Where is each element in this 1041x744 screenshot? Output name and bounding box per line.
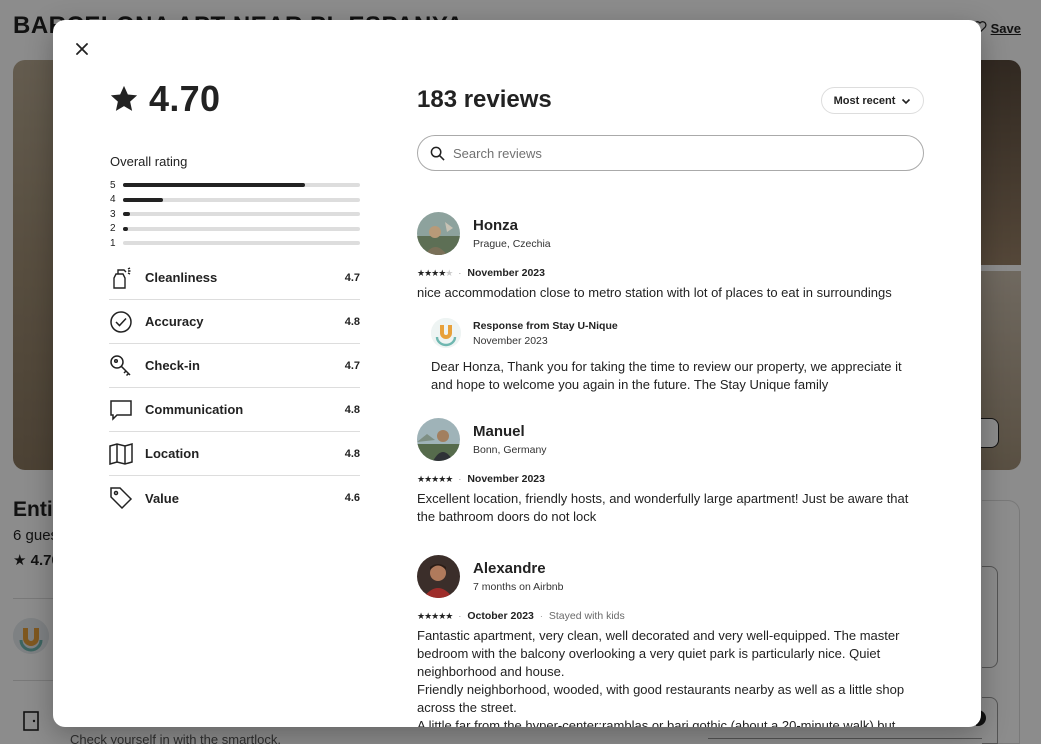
review-item: Manuel Bonn, Germany ★★★★★ · November 20… — [417, 418, 927, 526]
star-rating: ★★★★★ — [417, 267, 453, 278]
separator-dot: · — [458, 268, 462, 278]
rating-bar-row: 2 — [110, 222, 360, 237]
reviewer-location: Bonn, Germany — [473, 444, 547, 456]
rating-bar-track — [123, 183, 360, 188]
search-reviews-field[interactable] — [417, 135, 924, 171]
category-cleanliness: Cleanliness 4.7 — [109, 256, 360, 300]
review-text: Excellent location, friendly hosts, and … — [417, 491, 909, 524]
sort-dropdown[interactable]: Most recent — [821, 87, 924, 114]
review-text: nice accommodation close to metro statio… — [417, 285, 892, 300]
category-label: Communication — [145, 402, 244, 417]
review-date: November 2023 — [467, 473, 545, 485]
review-text-paragraph: Friendly neighborhood, wooded, with good… — [417, 682, 905, 715]
host-response: Response from Stay U-Nique November 2023… — [431, 318, 927, 394]
rating-bar-label: 4 — [110, 194, 116, 206]
separator-dot: · — [458, 611, 462, 621]
reviewer-name[interactable]: Manuel — [473, 423, 547, 440]
rating-bar-row: 1 — [110, 236, 360, 251]
rating-bar-row: 3 — [110, 207, 360, 222]
price-tag-icon — [110, 487, 133, 510]
review-text: Fantastic apartment, very clean, well de… — [417, 627, 927, 727]
response-text: Dear Honza, Thank you for taking the tim… — [431, 359, 902, 392]
rating-bar-track — [123, 212, 360, 217]
check-circle-icon — [110, 310, 132, 333]
reviewer-name[interactable]: Honza — [473, 217, 551, 234]
reviewer-location: Prague, Czechia — [473, 238, 551, 250]
category-label: Check-in — [145, 358, 200, 373]
category-value: 4.6 — [344, 492, 360, 504]
reviewer-avatar[interactable] — [417, 555, 460, 598]
category-value: 4.7 — [344, 359, 360, 372]
review-text-paragraph: A little far from the hyper-center:rambl… — [417, 718, 896, 727]
search-input[interactable] — [453, 145, 873, 161]
reviews-count-title: 183 reviews — [417, 86, 552, 113]
category-value: 4.8 — [344, 403, 360, 416]
rating-bar-label: 3 — [110, 208, 116, 220]
separator-dot: · — [458, 474, 462, 484]
category-value: 4.7 — [344, 271, 360, 284]
category-communication: Communication 4.8 — [109, 388, 360, 432]
search-icon — [430, 146, 445, 161]
chevron-down-icon — [902, 98, 911, 104]
category-value: 4.8 — [344, 447, 360, 460]
rating-bar-track — [123, 226, 360, 231]
rating-bar-fill — [123, 212, 131, 217]
close-button[interactable] — [71, 38, 93, 60]
review-date: October 2023 — [467, 610, 534, 622]
review-item: Alexandre 7 months on Airbnb ★★★★★ · Oct… — [417, 555, 927, 727]
category-value-rating: Value 4.6 — [109, 476, 360, 520]
rating-bar-row: 4 — [110, 193, 360, 208]
response-date: November 2023 — [473, 334, 548, 347]
rating-distribution: 5 4 3 2 1 — [110, 178, 360, 251]
chat-bubble-icon — [110, 399, 132, 421]
rating-bar-fill — [123, 197, 164, 202]
rating-bar-track — [123, 241, 360, 246]
category-location: Location 4.8 — [109, 432, 360, 476]
category-accuracy: Accuracy 4.8 — [109, 300, 360, 344]
review-text-paragraph: Fantastic apartment, very clean, well de… — [417, 628, 900, 679]
category-label: Cleanliness — [145, 270, 218, 285]
rating-bar-label: 5 — [110, 179, 116, 191]
rating-bar-fill — [123, 226, 128, 231]
category-label: Accuracy — [145, 314, 204, 329]
reviewer-name[interactable]: Alexandre — [473, 560, 563, 577]
review-item: Honza Prague, Czechia ★★★★★ · November 2… — [417, 212, 927, 394]
reviewer-avatar[interactable] — [417, 418, 460, 461]
reviews-modal: 4.70 Overall rating 5 4 3 2 1 Cleanlines… — [53, 20, 981, 727]
map-icon — [109, 442, 133, 465]
rating-bar-fill — [123, 183, 306, 188]
reviewer-location: 7 months on Airbnb — [473, 581, 564, 593]
rating-bar-label: 2 — [110, 223, 116, 235]
rating-bar-track — [123, 197, 360, 202]
spray-bottle-icon — [113, 266, 131, 289]
category-ratings: Cleanliness 4.7 Accuracy 4.8 Check-in 4.… — [109, 256, 360, 520]
review-date: November 2023 — [467, 267, 545, 279]
star-rating: ★★★★★ — [417, 610, 453, 621]
category-checkin: Check-in 4.7 — [109, 344, 360, 388]
key-icon — [110, 354, 131, 376]
sort-label: Most recent — [833, 94, 896, 107]
close-icon — [76, 43, 88, 55]
trip-type: Stayed with kids — [548, 610, 625, 622]
host-avatar[interactable] — [431, 318, 461, 348]
category-label: Location — [145, 446, 200, 461]
category-label: Value — [145, 490, 179, 506]
rating-bar-label: 1 — [110, 237, 116, 249]
separator-dot: · — [539, 611, 543, 621]
score-value: 4.70 — [149, 78, 221, 119]
response-title: Response from Stay U-Nique — [473, 319, 618, 332]
category-value: 4.8 — [344, 315, 360, 328]
star-rating: ★★★★★ — [417, 473, 453, 484]
star-icon — [110, 85, 138, 111]
overall-rating-label: Overall rating — [110, 154, 188, 169]
reviewer-avatar[interactable] — [417, 212, 460, 255]
overall-score: 4.70 — [109, 78, 220, 120]
rating-bar-row: 5 — [110, 178, 360, 193]
